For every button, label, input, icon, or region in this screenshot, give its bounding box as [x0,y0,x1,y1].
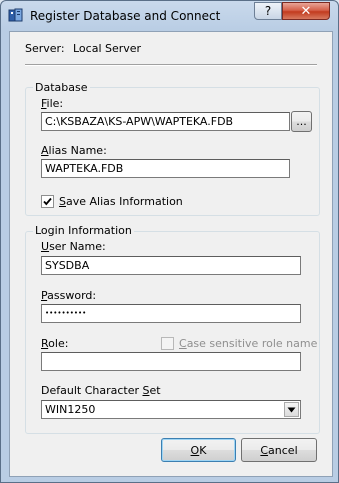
user-name-label: User Name: [41,240,106,253]
password-input[interactable]: •••••••••• [41,304,301,323]
ok-button[interactable]: OK [161,438,236,462]
save-alias-checkbox[interactable] [41,195,54,208]
help-icon: ? [264,4,272,18]
browse-file-button[interactable]: ... [291,111,312,132]
server-value: Local Server [73,42,142,55]
password-label: Password: [41,289,97,302]
charset-selected-value: WIN1250 [45,403,96,416]
dialog-window: Register Database and Connect ? ✕ Server… [0,0,339,483]
help-button[interactable]: ? [254,2,282,20]
case-sensitive-checkbox[interactable] [161,337,174,350]
file-label: File: [41,97,64,110]
window-title: Register Database and Connect [30,9,221,23]
charset-label: Default Character Set [41,384,161,397]
server-label: Server: [25,42,65,55]
close-button[interactable]: ✕ [282,2,330,20]
checkmark-icon [43,197,52,206]
dropdown-arrow-icon[interactable] [284,402,299,417]
title-bar[interactable]: Register Database and Connect ? ✕ [1,1,338,31]
save-alias-label[interactable]: Save Alias Information [59,195,183,208]
case-sensitive-label[interactable]: Case sensitive role name [179,337,317,350]
close-icon: ✕ [300,3,312,19]
charset-select[interactable]: WIN1250 [41,400,301,419]
role-input[interactable] [41,352,301,371]
dialog-client-area: Server: Local Server Database File: C:\K… [9,31,333,477]
cancel-button[interactable]: Cancel [241,438,317,462]
separator [25,64,317,66]
role-label: Role: [41,337,69,350]
database-group-legend: Database [33,81,90,94]
alias-name-label: Alias Name: [41,144,107,157]
login-group-legend: Login Information [33,224,134,237]
database-app-icon [8,7,24,23]
file-path-input[interactable]: C:\KSBAZA\KS-APW\WAPTEKA.FDB [41,112,290,131]
alias-name-input[interactable]: WAPTEKA.FDB [41,159,290,178]
user-name-input[interactable]: SYSDBA [41,256,301,275]
